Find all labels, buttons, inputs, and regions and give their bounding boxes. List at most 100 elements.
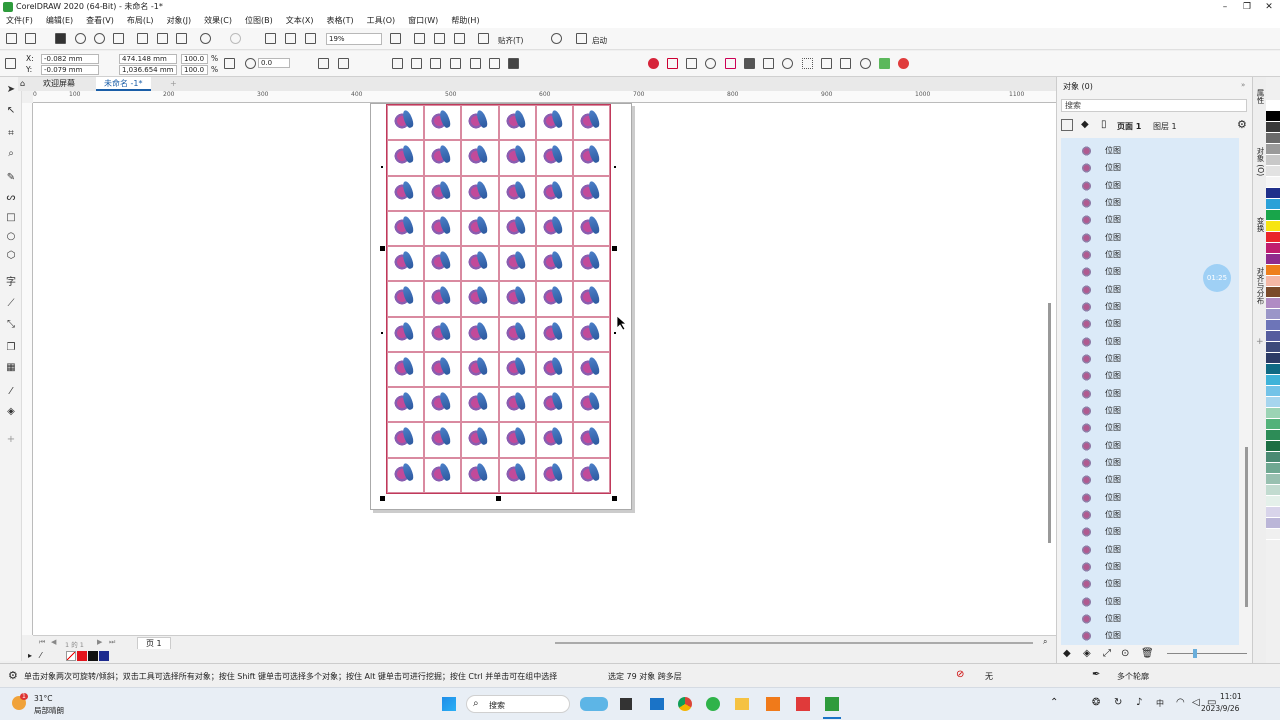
- clock-time[interactable]: 11:01: [1220, 692, 1242, 701]
- height-field[interactable]: 1,036.654 mm: [119, 65, 177, 75]
- menu-file[interactable]: 文件(F): [6, 15, 33, 26]
- new-document-icon[interactable]: [6, 33, 17, 44]
- bitmap-tile[interactable]: [498, 210, 536, 247]
- object-row[interactable]: 位图: [1061, 159, 1239, 176]
- scroll-thumb[interactable]: [1048, 303, 1051, 543]
- first-page-icon[interactable]: ⏮: [39, 638, 45, 647]
- bitmap-tile[interactable]: [535, 387, 573, 423]
- palette-expand-icon[interactable]: ▸: [28, 651, 32, 660]
- bug-plugin-icon[interactable]: [840, 58, 851, 69]
- add-tab-icon[interactable]: +: [162, 77, 185, 91]
- bitmap-tile[interactable]: [424, 316, 462, 352]
- color-swatch[interactable]: [1266, 232, 1280, 243]
- rectangle-tool-icon[interactable]: □: [5, 211, 17, 223]
- bitmap-tile[interactable]: [461, 105, 499, 141]
- menu-effects[interactable]: 效果(C): [204, 15, 232, 26]
- bitmap-tile[interactable]: [535, 210, 573, 247]
- color-swatch[interactable]: [1266, 122, 1280, 133]
- heart-plugin-icon[interactable]: [648, 58, 659, 69]
- hatch-plugin-icon[interactable]: [725, 58, 736, 69]
- color-swatch[interactable]: [1266, 441, 1280, 452]
- menu-layout[interactable]: 布局(L): [127, 15, 154, 26]
- bitmap-tile[interactable]: [572, 281, 610, 317]
- bitmap-tile[interactable]: [387, 387, 425, 423]
- object-row[interactable]: 位图: [1061, 350, 1239, 367]
- bitmap-tile[interactable]: [535, 246, 573, 282]
- mirror-horizontal-icon[interactable]: [318, 58, 329, 69]
- weld-icon[interactable]: [470, 58, 481, 69]
- bitmap-tile[interactable]: [387, 175, 425, 211]
- object-row[interactable]: 位图: [1061, 298, 1239, 315]
- selection-handle[interactable]: [380, 246, 385, 251]
- settings-plugin-icon[interactable]: [860, 58, 871, 69]
- drop-shadow-tool-icon[interactable]: ❐: [5, 341, 17, 353]
- publish-pdf-icon[interactable]: [305, 33, 316, 44]
- width-field[interactable]: 474.148 mm: [119, 54, 177, 64]
- redo-icon[interactable]: [230, 33, 241, 44]
- tray-app-icon[interactable]: ❂: [1092, 697, 1100, 708]
- app-orange-icon[interactable]: [766, 697, 780, 711]
- objects-list[interactable]: 位图 位图 位图 位图 位图 位图 位图 位图 位图 位图 位图 位图 位图 位…: [1061, 138, 1239, 645]
- color-swatch[interactable]: [1266, 133, 1280, 144]
- red-plugin-icon[interactable]: [898, 58, 909, 69]
- object-row[interactable]: 位图: [1061, 315, 1239, 332]
- bitmap-tile[interactable]: [461, 457, 499, 493]
- bitmap-tile[interactable]: [535, 175, 573, 211]
- color-swatch[interactable]: [1266, 144, 1280, 155]
- bitmap-tile[interactable]: [498, 175, 536, 211]
- bitmap-tile[interactable]: [572, 140, 610, 176]
- export-icon[interactable]: [285, 33, 296, 44]
- new-master-layer-icon[interactable]: ◈: [1083, 648, 1091, 659]
- tray-expand-icon[interactable]: ⌃: [1050, 697, 1058, 708]
- color-swatch[interactable]: [1266, 485, 1280, 496]
- menu-object[interactable]: 对象(J): [167, 15, 192, 26]
- object-row[interactable]: 位图: [1061, 575, 1239, 592]
- bitmap-tile[interactable]: [387, 140, 425, 176]
- color-swatch[interactable]: [1266, 243, 1280, 254]
- document-page[interactable]: [370, 103, 632, 510]
- zoom-level-select[interactable]: 19%: [326, 33, 382, 45]
- lock-ratio-icon[interactable]: [224, 58, 235, 69]
- bitmap-tile[interactable]: [424, 246, 462, 282]
- bitmap-tile[interactable]: [424, 387, 462, 423]
- menu-view[interactable]: 查看(V): [86, 15, 114, 26]
- vertical-ruler[interactable]: [22, 103, 33, 635]
- bitmap-tile[interactable]: [424, 210, 462, 247]
- home-icon[interactable]: ⌂: [20, 77, 34, 91]
- bitmap-tile[interactable]: [424, 105, 462, 141]
- zoom-tool-icon[interactable]: ⌕: [5, 147, 17, 159]
- object-row[interactable]: 位图: [1061, 229, 1239, 246]
- full-screen-icon[interactable]: [390, 33, 401, 44]
- bitmap-tile[interactable]: [572, 351, 610, 388]
- add-docker-icon[interactable]: +: [1256, 337, 1264, 347]
- eyedropper-tool-icon[interactable]: ⁄: [5, 385, 17, 397]
- object-origin-icon[interactable]: [5, 58, 16, 69]
- menu-window[interactable]: 窗口(W): [408, 15, 438, 26]
- panel-collapse-icon[interactable]: »: [1241, 81, 1245, 89]
- bitmap-tile[interactable]: [424, 351, 462, 388]
- bitmap-tile[interactable]: [572, 175, 610, 211]
- color-swatch[interactable]: [1266, 221, 1280, 232]
- menu-edit[interactable]: 编辑(E): [46, 15, 73, 26]
- bitmap-tile[interactable]: [461, 387, 499, 423]
- bitmap-tile[interactable]: [461, 140, 499, 176]
- bitmap-tile[interactable]: [498, 457, 536, 493]
- bitmap-tile[interactable]: [572, 316, 610, 352]
- rotation-angle-field[interactable]: 0.0: [258, 58, 290, 68]
- x-position-field[interactable]: -0.082 mm: [41, 54, 99, 64]
- scale-x-field[interactable]: 100.0: [181, 54, 208, 64]
- volume-icon[interactable]: ◁: [1192, 697, 1200, 708]
- ungroup-icon[interactable]: [411, 58, 422, 69]
- bitmap-tile[interactable]: [572, 422, 610, 458]
- object-row[interactable]: 位图: [1061, 142, 1239, 159]
- object-row[interactable]: 位图: [1061, 489, 1239, 506]
- move-to-layer-icon[interactable]: ⤢: [1103, 648, 1111, 659]
- bitmap-tile-grid[interactable]: [386, 104, 611, 494]
- page-view-icon[interactable]: [1061, 119, 1073, 131]
- color-swatch[interactable]: [1266, 386, 1280, 397]
- color-swatch[interactable]: [1266, 507, 1280, 518]
- color-swatch[interactable]: [1266, 496, 1280, 507]
- tray-sync-icon[interactable]: ↻: [1114, 697, 1122, 708]
- grid-plugin-icon[interactable]: [744, 58, 755, 69]
- bitmap-tile[interactable]: [535, 457, 573, 493]
